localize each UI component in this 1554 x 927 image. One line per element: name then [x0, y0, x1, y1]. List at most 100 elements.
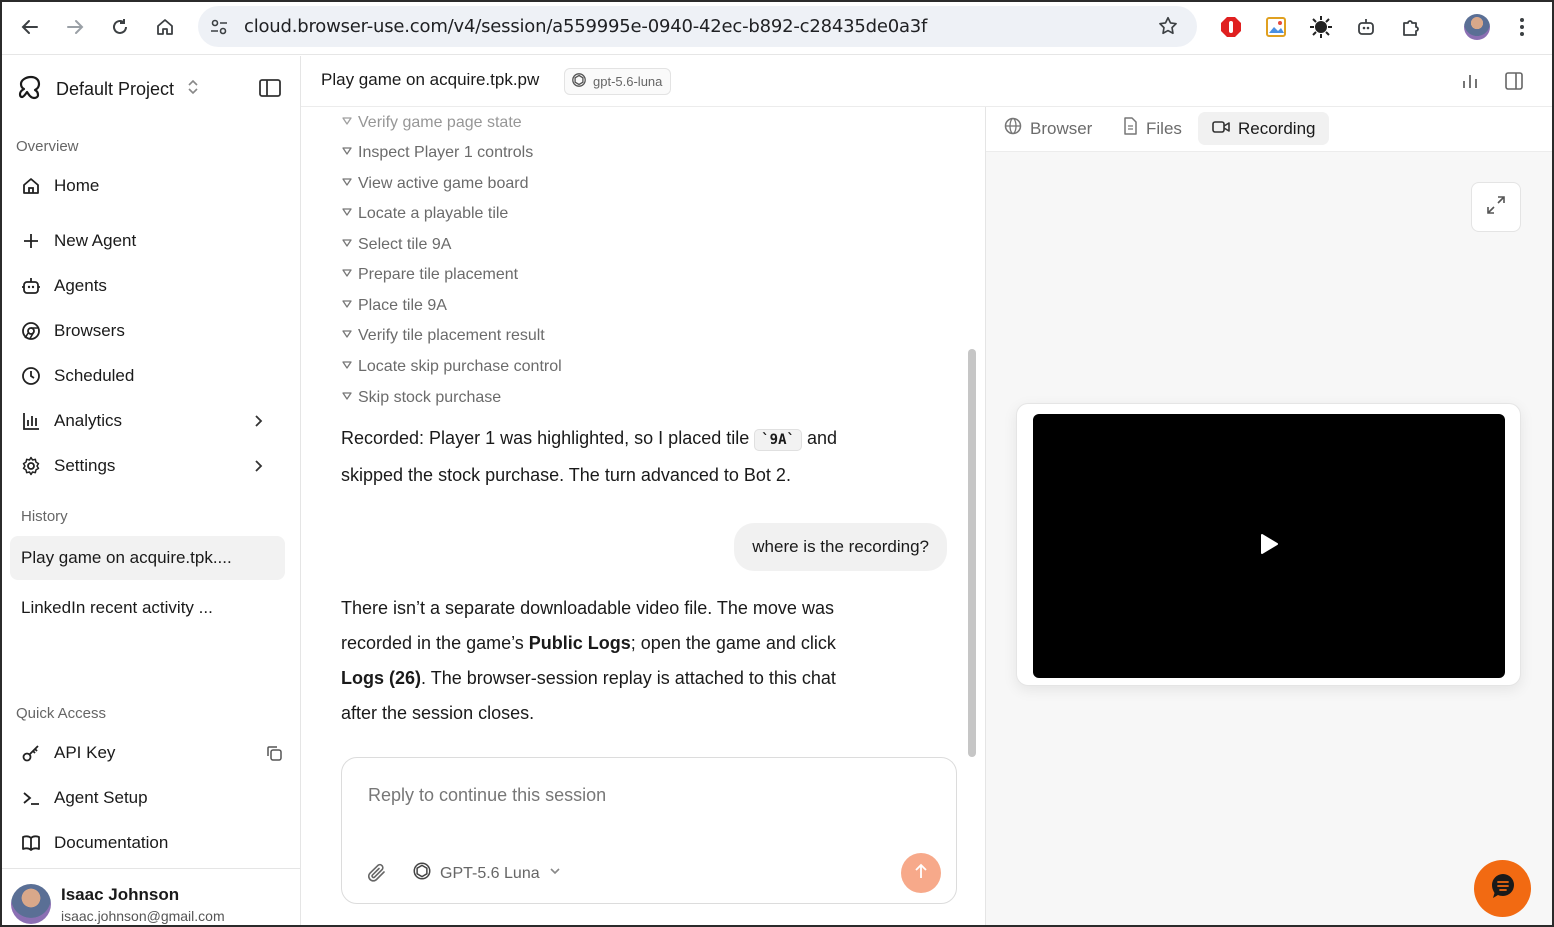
- step-item[interactable]: Inspect Player 1 controls: [341, 144, 533, 162]
- sidebar-item-settings[interactable]: Settings: [20, 455, 115, 477]
- bookmark-star-icon[interactable]: [1157, 15, 1179, 42]
- step-item[interactable]: Verify tile placement result: [341, 327, 545, 345]
- play-icon[interactable]: [1258, 532, 1280, 561]
- sidebar-item-home[interactable]: Home: [20, 175, 99, 197]
- step-item[interactable]: Select tile 9A: [341, 236, 451, 254]
- user-email: isaac.johnson@gmail.com: [61, 908, 225, 924]
- step-triangle-icon: [341, 389, 353, 407]
- recording-card: [1016, 403, 1521, 686]
- recording-video-player[interactable]: [1033, 414, 1505, 678]
- user-profile[interactable]: Isaac Johnson isaac.johnson@gmail.com: [0, 868, 301, 927]
- step-item[interactable]: Place tile 9A: [341, 297, 447, 315]
- session-title: Play game on acquire.tpk.pw: [321, 70, 540, 89]
- tab-label: Browser: [1030, 118, 1093, 138]
- sidebar-item-label: Home: [54, 176, 100, 195]
- sidebar-toggle-icon[interactable]: [258, 78, 282, 103]
- openai-icon: [412, 861, 432, 886]
- project-selector[interactable]: Default Project: [18, 74, 200, 105]
- reply-input[interactable]: Reply to continue this session: [368, 785, 606, 806]
- chat-thread[interactable]: Verify game page state Inspect Player 1 …: [301, 107, 984, 927]
- step-label: Locate a playable tile: [358, 205, 509, 222]
- sidebar-item-label: Agent Setup: [54, 788, 148, 807]
- panel-tabs: Browser Files Recording: [986, 107, 1554, 152]
- profile-avatar-icon[interactable]: [1463, 13, 1491, 41]
- panel-toggle-icon[interactable]: [1504, 71, 1524, 96]
- tab-files[interactable]: Files: [1108, 112, 1195, 145]
- address-bar[interactable]: cloud.browser-use.com/v4/session/a559995…: [198, 6, 1197, 47]
- bar-chart-icon: [20, 410, 42, 432]
- image-extension-icon[interactable]: [1262, 13, 1290, 41]
- sidebar-item-label: Browsers: [54, 321, 125, 340]
- history-item-active[interactable]: Play game on acquire.tpk....: [10, 536, 285, 580]
- reload-icon[interactable]: [105, 12, 135, 42]
- sidebar-item-documentation[interactable]: Documentation: [20, 832, 168, 854]
- key-icon: [20, 742, 42, 764]
- reply-composer[interactable]: Reply to continue this session GPT-5.6 L…: [341, 757, 957, 904]
- sidebar-item-analytics[interactable]: Analytics: [20, 410, 122, 432]
- chat-scrollbar[interactable]: [968, 349, 976, 757]
- step-label: Verify game page state: [358, 114, 522, 131]
- video-icon: [1212, 119, 1230, 139]
- step-label: Locate skip purchase control: [358, 358, 562, 375]
- home-browser-icon[interactable]: [150, 12, 180, 42]
- sidebar-item-api-key[interactable]: API Key: [20, 742, 115, 764]
- step-label: Verify tile placement result: [358, 327, 545, 344]
- sidebar-item-label: Analytics: [54, 411, 123, 430]
- sidebar-item-label: Settings: [54, 456, 116, 475]
- openai-icon: [571, 72, 587, 91]
- step-item[interactable]: Prepare tile placement: [341, 266, 518, 284]
- robot-icon: [20, 275, 42, 297]
- back-icon[interactable]: [15, 12, 45, 42]
- paperclip-icon[interactable]: [366, 862, 388, 889]
- sidebar-item-new-agent[interactable]: New Agent: [20, 230, 136, 252]
- step-label: Inspect Player 1 controls: [358, 144, 534, 161]
- chevron-down-icon: [548, 864, 562, 883]
- step-label: View active game board: [358, 175, 529, 192]
- sidebar-item-browsers[interactable]: Browsers: [20, 320, 125, 342]
- sun-extension-icon[interactable]: [1307, 13, 1335, 41]
- step-item[interactable]: Verify game page state: [341, 114, 522, 132]
- step-triangle-icon: [341, 266, 353, 284]
- globe-icon: [1004, 117, 1022, 140]
- quick-access-label: Quick Access: [16, 705, 107, 722]
- sidebar-item-agent-setup[interactable]: Agent Setup: [20, 787, 148, 809]
- puzzle-extensions-icon[interactable]: [1397, 13, 1425, 41]
- sidebar-item-label: Agents: [54, 276, 107, 295]
- tab-recording[interactable]: Recording: [1198, 112, 1329, 145]
- clock-icon: [20, 365, 42, 387]
- forward-icon[interactable]: [60, 12, 90, 42]
- support-chat-button[interactable]: [1474, 860, 1531, 917]
- adblock-extension-icon[interactable]: [1217, 13, 1245, 41]
- model-selector[interactable]: GPT-5.6 Luna: [412, 861, 562, 886]
- chat-bubble-icon: [1488, 871, 1518, 906]
- sidebar-item-agents[interactable]: Agents: [20, 275, 107, 297]
- step-item[interactable]: View active game board: [341, 175, 528, 193]
- sidebar-item-scheduled[interactable]: Scheduled: [20, 365, 134, 387]
- book-icon: [20, 832, 42, 854]
- expand-button[interactable]: [1471, 182, 1521, 232]
- sidebar-item-label: Scheduled: [54, 366, 135, 385]
- kebab-menu-icon[interactable]: [1508, 13, 1536, 41]
- message-text: ; open the game and click: [630, 633, 836, 653]
- send-button[interactable]: [901, 853, 941, 893]
- step-triangle-icon: [341, 144, 353, 162]
- message-text: Recorded: Player 1 was highlighted, so I…: [341, 428, 755, 448]
- copy-icon[interactable]: [265, 744, 283, 767]
- analytics-toggle-icon[interactable]: [1461, 72, 1479, 95]
- tab-browser[interactable]: Browser: [990, 112, 1105, 145]
- step-item[interactable]: Locate a playable tile: [341, 205, 508, 223]
- step-triangle-icon: [341, 236, 353, 254]
- plus-icon: [20, 230, 42, 252]
- step-item[interactable]: Locate skip purchase control: [341, 358, 562, 376]
- step-item[interactable]: Skip stock purchase: [341, 389, 501, 407]
- site-settings-icon[interactable]: [208, 16, 230, 43]
- chevron-right-icon[interactable]: [251, 412, 267, 435]
- history-item[interactable]: LinkedIn recent activity ...: [10, 586, 285, 630]
- url-text[interactable]: cloud.browser-use.com/v4/session/a559995…: [244, 16, 927, 37]
- arrow-up-icon: [913, 862, 929, 885]
- avatar: [11, 884, 51, 924]
- session-header: Play game on acquire.tpk.pw gpt-5.6-luna: [301, 56, 1554, 107]
- chevron-right-icon[interactable]: [251, 457, 267, 480]
- bot-extension-icon[interactable]: [1352, 13, 1380, 41]
- session-panel: Browser Files Recording: [985, 107, 1554, 927]
